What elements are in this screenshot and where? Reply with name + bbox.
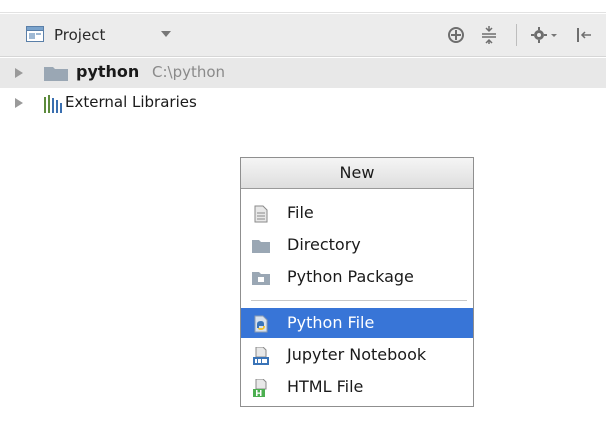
external-libraries-label: External Libraries <box>65 93 197 111</box>
menu-item-python-package[interactable]: Python Package <box>241 262 473 292</box>
collapse-all-icon[interactable] <box>479 25 499 45</box>
file-icon <box>252 205 270 223</box>
menu-item-label: Python File <box>287 313 375 332</box>
menu-item-label: Directory <box>287 235 361 254</box>
project-root-path: C:\python <box>152 63 226 81</box>
project-view-icon <box>26 26 44 42</box>
settings-icon[interactable] <box>530 25 560 45</box>
project-toolbar: Project <box>0 14 606 57</box>
new-popup-menu: New File Directory Python Package Python… <box>240 157 474 407</box>
top-strip <box>0 0 606 14</box>
menu-item-label: HTML File <box>287 377 364 396</box>
jupyter-notebook-icon <box>252 346 270 365</box>
dropdown-caret-icon[interactable] <box>161 31 171 37</box>
menu-item-file[interactable]: File <box>241 198 473 228</box>
menu-item-python-file[interactable]: Python File <box>241 308 473 338</box>
menu-item-html-file[interactable]: HTML File <box>241 372 473 402</box>
divider <box>0 12 606 13</box>
menu-item-jupyter-notebook[interactable]: Jupyter Notebook <box>241 340 473 370</box>
project-view-selector[interactable]: Project <box>54 26 105 44</box>
python-file-icon <box>252 315 270 333</box>
locate-icon[interactable] <box>446 25 466 45</box>
expand-arrow-icon[interactable] <box>15 68 23 78</box>
popup-title: New <box>241 158 473 189</box>
python-package-icon <box>252 269 270 287</box>
menu-separator <box>251 300 467 301</box>
toolbar-separator <box>516 24 517 46</box>
folder-icon <box>44 65 68 85</box>
menu-item-label: File <box>287 203 314 222</box>
tree-row-external-libraries[interactable]: External Libraries <box>0 88 606 118</box>
expand-arrow-icon[interactable] <box>15 98 23 108</box>
menu-item-directory[interactable]: Directory <box>241 230 473 260</box>
html-file-icon <box>252 378 270 397</box>
external-libraries-icon <box>44 95 64 117</box>
menu-item-label: Jupyter Notebook <box>287 345 427 364</box>
hide-panel-icon[interactable] <box>574 25 594 45</box>
directory-icon <box>252 237 270 255</box>
menu-item-label: Python Package <box>287 267 414 286</box>
tree-row-python[interactable]: python C:\python <box>0 58 606 88</box>
project-root-name: python <box>76 62 140 81</box>
